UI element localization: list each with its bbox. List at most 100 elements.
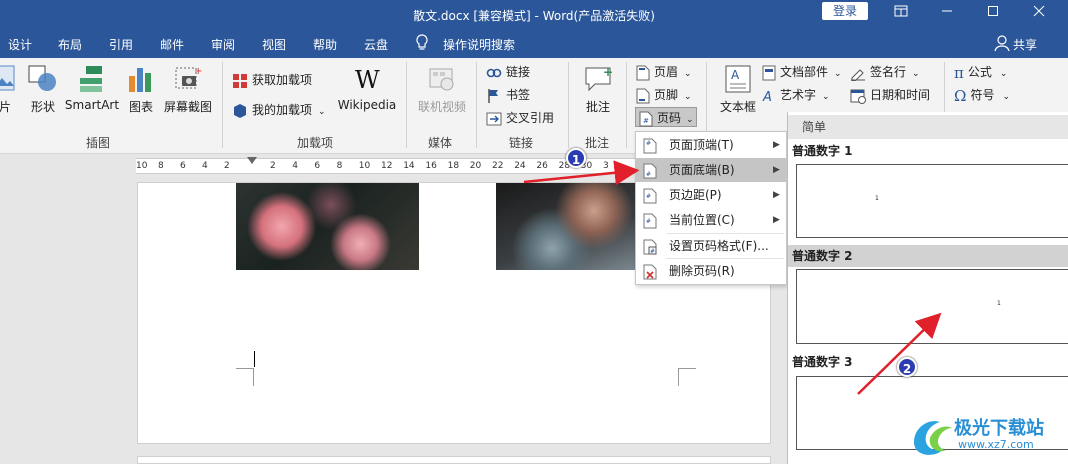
cross-reference-button[interactable]: 交叉引用	[486, 108, 554, 128]
online-video-button[interactable]: 联机视频	[414, 64, 470, 115]
ruler-number: 14	[403, 161, 415, 171]
ruler-number: 10	[358, 161, 371, 171]
page-number-preview: 1	[875, 195, 879, 202]
picture-label: 片	[0, 100, 11, 114]
step-badge-1: 1	[566, 148, 586, 168]
indent-marker[interactable]	[247, 157, 257, 164]
quick-parts-button[interactable]: 文档部件 ⌄	[762, 62, 842, 82]
menu-item-page-margin[interactable]: # 页边距(P) ▶	[636, 183, 786, 207]
login-button[interactable]: 登录	[822, 2, 868, 20]
group-divider	[222, 62, 223, 148]
menu-item-format-page-numbers[interactable]: # 设置页码格式(F)...	[636, 234, 786, 258]
menu-item-current-position[interactable]: # 当前位置(C) ▶	[636, 208, 786, 232]
lightbulb-icon	[415, 34, 429, 55]
header-button[interactable]: 页眉 ⌄	[636, 62, 692, 82]
comment-button[interactable]: + 批注	[576, 64, 620, 115]
submenu-arrow-icon: ▶	[773, 140, 780, 150]
page-number-button[interactable]: # 页码 ⌄	[635, 107, 697, 127]
group-label-comments: 批注	[585, 136, 610, 150]
date-time-button[interactable]: 日期和时间	[850, 85, 930, 105]
tab-cloud[interactable]: 云盘	[364, 36, 388, 53]
tab-review[interactable]: 审阅	[211, 36, 235, 53]
menu-item-label: 当前位置(C)	[669, 213, 735, 227]
wikipedia-button[interactable]: W Wikipedia	[336, 64, 398, 112]
group-divider	[568, 62, 569, 148]
rose-photo[interactable]	[236, 183, 419, 270]
share-button[interactable]: 共享	[1013, 36, 1037, 53]
portrait-photo[interactable]	[496, 183, 636, 270]
group-label-media: 媒体	[428, 136, 453, 150]
gallery-item-title[interactable]: 普通数字 3	[788, 351, 1068, 373]
tab-layout[interactable]: 布局	[58, 36, 82, 53]
equation-button[interactable]: π 公式 ⌄	[954, 62, 1007, 82]
signature-line-button[interactable]: 签名行 ⌄	[850, 62, 920, 82]
watermark-title: 极光下载站	[954, 418, 1044, 439]
signature-line-label: 签名行	[870, 65, 907, 79]
menu-item-label: 设置页码格式(F)...	[669, 239, 769, 253]
ruler-number: 6	[314, 161, 321, 171]
smartart-label: SmartArt	[64, 98, 120, 112]
maximize-icon[interactable]	[970, 0, 1016, 30]
footer-button[interactable]: 页脚 ⌄	[636, 85, 692, 105]
svg-text:#: #	[646, 140, 651, 147]
wordart-button[interactable]: A 艺术字 ⌄	[762, 85, 830, 105]
my-addins-button[interactable]: 我的加载项 ⌄	[232, 100, 326, 120]
footer-label: 页脚	[654, 88, 679, 102]
chevron-down-icon: ⌄	[1002, 92, 1010, 102]
text-cursor	[254, 351, 255, 367]
ruler-number: 22	[492, 161, 504, 171]
watermark-url: www.xz7.com	[958, 438, 1034, 451]
screenshot-button[interactable]: + 屏幕截图	[162, 64, 214, 115]
ruler-number: 3	[603, 161, 609, 171]
tab-mailings[interactable]: 邮件	[160, 36, 184, 53]
menu-item-page-top[interactable]: # 页面顶端(T) ▶	[636, 133, 786, 157]
shapes-button[interactable]: 形状	[26, 64, 60, 115]
ruler-number: 4	[202, 161, 208, 171]
group-divider	[626, 62, 627, 148]
omega-icon: Ω	[954, 86, 967, 105]
tab-view[interactable]: 视图	[262, 36, 286, 53]
watermark-logo-icon	[914, 421, 952, 455]
group-divider	[476, 62, 477, 148]
ruler-number: 10	[136, 161, 148, 171]
link-button[interactable]: 链接	[486, 62, 530, 82]
gallery-item-preview[interactable]: 1	[796, 269, 1068, 344]
chevron-down-icon: ⌄	[834, 69, 842, 79]
tab-design[interactable]: 设计	[8, 36, 32, 53]
tell-me-search[interactable]: 操作说明搜索	[443, 36, 515, 53]
tab-help[interactable]: 帮助	[313, 36, 337, 53]
crop-mark	[678, 368, 696, 386]
smartart-button[interactable]: SmartArt	[64, 64, 120, 112]
textbox-button[interactable]: A 文本框	[716, 64, 760, 115]
tab-references[interactable]: 引用	[109, 36, 133, 53]
chart-label: 图表	[128, 100, 153, 114]
chevron-down-icon: ⌄	[999, 69, 1008, 79]
remove-page-numbers-icon	[643, 264, 657, 288]
page-number-preview: 1	[997, 300, 1001, 307]
gallery-item-title[interactable]: 普通数字 2	[788, 245, 1068, 267]
menu-separator	[666, 233, 784, 234]
svg-text:W: W	[355, 66, 380, 94]
close-icon[interactable]	[1016, 0, 1062, 30]
chart-button[interactable]: 图表	[124, 64, 158, 115]
wordart-label: 艺术字	[780, 88, 817, 102]
gallery-item-preview[interactable]: 1	[796, 164, 1068, 238]
bookmark-button[interactable]: 书签	[486, 85, 530, 105]
person-icon	[994, 34, 1010, 55]
minimize-icon[interactable]	[924, 0, 970, 30]
svg-text:#: #	[646, 171, 651, 178]
menu-item-remove-page-numbers[interactable]: 删除页码(R)	[636, 259, 786, 283]
gallery-item-title[interactable]: 普通数字 1	[788, 140, 1068, 162]
horizontal-ruler[interactable]: 10 8 6 4 2 2 4 6 8 10 12 14 16 18 20 22 24 26 28 30 3	[136, 157, 636, 174]
get-addins-button[interactable]: 获取加载项	[232, 70, 312, 90]
symbol-button[interactable]: Ω 符号 ⌄	[954, 85, 1010, 105]
get-addins-label: 获取加载项	[252, 73, 313, 87]
picture-button[interactable]: 片	[0, 64, 16, 115]
ribbon-display-icon[interactable]	[878, 0, 924, 30]
comment-label: 批注	[585, 100, 610, 114]
svg-text:+: +	[194, 66, 202, 77]
title-bar: 散文.docx [兼容模式] - Word(产品激活失败) 登录	[0, 0, 1068, 30]
symbol-label: 符号	[970, 88, 995, 102]
link-label: 链接	[506, 65, 531, 79]
menu-item-page-bottom[interactable]: # 页面底端(B) ▶	[636, 158, 786, 182]
